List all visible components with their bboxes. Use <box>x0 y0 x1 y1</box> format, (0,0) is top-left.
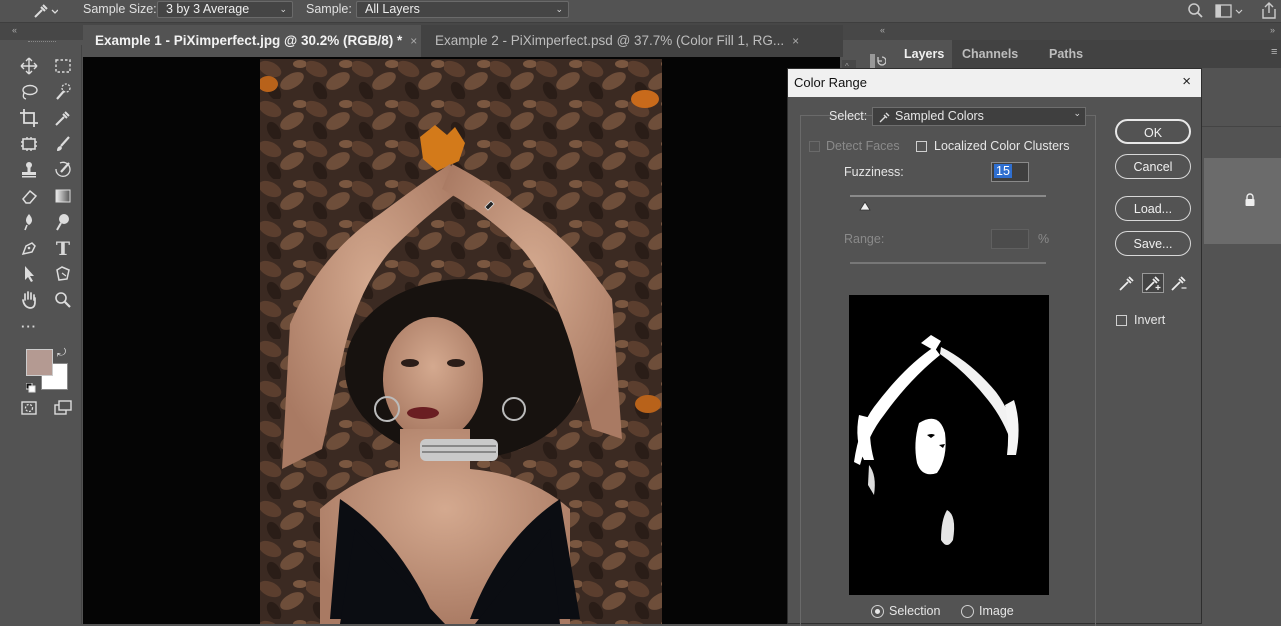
sample-label: Sample: <box>306 2 352 16</box>
sample-dropdown[interactable]: All Layers ⌄ <box>356 1 569 18</box>
range-label: Range: <box>844 232 885 246</box>
tab-example-1[interactable]: Example 1 - PiXimperfect.jpg @ 30.2% (RG… <box>83 25 421 57</box>
invert-label: Invert <box>1134 313 1166 327</box>
hand-icon[interactable] <box>16 290 42 312</box>
cancel-button[interactable]: Cancel <box>1115 154 1191 179</box>
select-dropdown[interactable]: Sampled Colors ⌄ <box>872 107 1086 126</box>
sample-value: All Layers <box>365 2 420 16</box>
eyedropper-minus-icon[interactable] <box>1170 274 1188 292</box>
invert-checkbox[interactable] <box>1116 315 1127 326</box>
fuzziness-value: 15 <box>994 164 1012 178</box>
tab-label: Example 2 - PiXimperfect.psd @ 37.7% (Co… <box>435 33 785 48</box>
range-input[interactable] <box>991 229 1029 249</box>
history-brush-icon[interactable] <box>50 160 76 182</box>
workspace-icon[interactable] <box>1214 2 1244 20</box>
marquee-icon[interactable] <box>50 56 76 78</box>
fuzziness-label: Fuzziness: <box>844 165 904 179</box>
more-icon[interactable]: ··· <box>16 316 42 338</box>
view-selection-radio[interactable] <box>871 605 884 618</box>
detect-faces-checkbox[interactable] <box>809 141 820 152</box>
foreground-color-swatch[interactable] <box>26 349 53 376</box>
eraser-icon[interactable] <box>16 186 42 208</box>
fuzziness-slider-handle[interactable] <box>859 198 871 211</box>
view-image-radio[interactable] <box>961 605 974 618</box>
collapse-left-icon[interactable]: « <box>12 25 17 35</box>
path-select-icon[interactable] <box>16 264 42 286</box>
selection-preview[interactable] <box>849 295 1049 595</box>
quick-mask-icon[interactable] <box>16 398 42 420</box>
eyedropper-plus-icon[interactable] <box>1142 273 1164 293</box>
localized-clusters-checkbox[interactable] <box>916 141 927 152</box>
eyedropper-tool-icon[interactable] <box>50 108 76 130</box>
search-icon[interactable] <box>1186 2 1204 20</box>
detect-faces-label: Detect Faces <box>826 139 900 153</box>
options-bar: Sample Size: 3 by 3 Average ⌄ Sample: Al… <box>0 0 1281 23</box>
load-button[interactable]: Load... <box>1115 196 1191 221</box>
tab-label: Example 1 - PiXimperfect.jpg @ 30.2% (RG… <box>95 33 403 48</box>
sample-size-value: 3 by 3 Average <box>166 2 250 16</box>
eyedropper-icon <box>879 110 891 123</box>
stamp-icon[interactable] <box>16 160 42 182</box>
default-colors-icon[interactable] <box>25 380 36 393</box>
document-tab-strip: Example 1 - PiXimperfect.jpg @ 30.2% (RG… <box>83 25 843 57</box>
crop-icon[interactable] <box>16 108 42 130</box>
eyedropper-icon[interactable] <box>30 1 59 21</box>
brush-icon[interactable] <box>50 134 76 156</box>
blur-icon[interactable] <box>16 212 42 234</box>
panel-tabs: Layers Channels Paths ≡ <box>896 40 1281 68</box>
range-slider[interactable] <box>850 262 1046 264</box>
chevron-down-icon: ⌄ <box>1073 108 1081 118</box>
select-label: Select: <box>829 109 868 123</box>
sample-size-label: Sample Size: <box>83 2 157 16</box>
pen-icon[interactable] <box>16 238 42 260</box>
screen-mode-icon[interactable] <box>50 398 76 420</box>
select-value: Sampled Colors <box>895 109 984 123</box>
fuzziness-slider[interactable] <box>850 195 1046 197</box>
close-icon[interactable]: × <box>1182 73 1191 90</box>
panel-menu-icon[interactable]: ≡ <box>1271 46 1277 58</box>
type-icon[interactable]: T <box>50 238 76 260</box>
dialog-title-bar[interactable]: Color Range × <box>788 69 1201 97</box>
localized-clusters-label: Localized Color Clusters <box>934 139 1070 153</box>
share-icon[interactable] <box>1260 1 1278 20</box>
dodge-icon[interactable] <box>50 212 76 234</box>
dialog-title: Color Range <box>794 75 867 90</box>
quick-select-icon[interactable] <box>50 82 76 104</box>
close-icon[interactable]: × <box>792 34 799 48</box>
tab-layers[interactable]: Layers <box>896 40 953 68</box>
move-icon[interactable] <box>16 56 42 78</box>
range-unit: % <box>1038 232 1050 246</box>
close-icon[interactable]: × <box>410 34 417 48</box>
view-selection-label: Selection <box>889 604 941 618</box>
lock-icon <box>1244 193 1256 207</box>
tab-channels[interactable]: Channels <box>954 40 1026 68</box>
ok-button[interactable]: OK <box>1115 119 1191 144</box>
tab-example-2[interactable]: Example 2 - PiXimperfect.psd @ 37.7% (Co… <box>423 25 843 57</box>
panel-grip <box>28 41 56 45</box>
lasso-icon[interactable] <box>16 82 42 104</box>
fuzziness-input[interactable]: 15 <box>991 162 1029 182</box>
save-button[interactable]: Save... <box>1115 231 1191 256</box>
chevron-down-icon: ⌄ <box>555 4 563 14</box>
sample-size-dropdown[interactable]: 3 by 3 Average ⌄ <box>157 1 293 18</box>
document-image[interactable] <box>260 59 662 624</box>
view-image-label: Image <box>979 604 1014 618</box>
shape-icon[interactable] <box>50 264 76 286</box>
chevron-down-icon: ⌄ <box>279 4 287 14</box>
tools-panel: T ··· ⤾ <box>10 41 82 624</box>
panel-row <box>1202 96 1281 127</box>
expand-right-icon[interactable]: » <box>1270 25 1275 35</box>
swap-colors-icon[interactable]: ⤾ <box>57 347 66 360</box>
color-range-dialog: Color Range × Select: Sampled Colors ⌄ D… <box>787 68 1202 626</box>
gradient-icon[interactable] <box>50 186 76 208</box>
eyedropper-icon[interactable] <box>1118 274 1136 292</box>
frame-icon[interactable] <box>16 134 42 156</box>
layer-lock-area[interactable] <box>1204 158 1281 244</box>
collapse-right-icon[interactable]: « <box>880 25 885 35</box>
tab-paths[interactable]: Paths <box>1041 40 1091 68</box>
zoom-icon[interactable] <box>50 290 76 312</box>
